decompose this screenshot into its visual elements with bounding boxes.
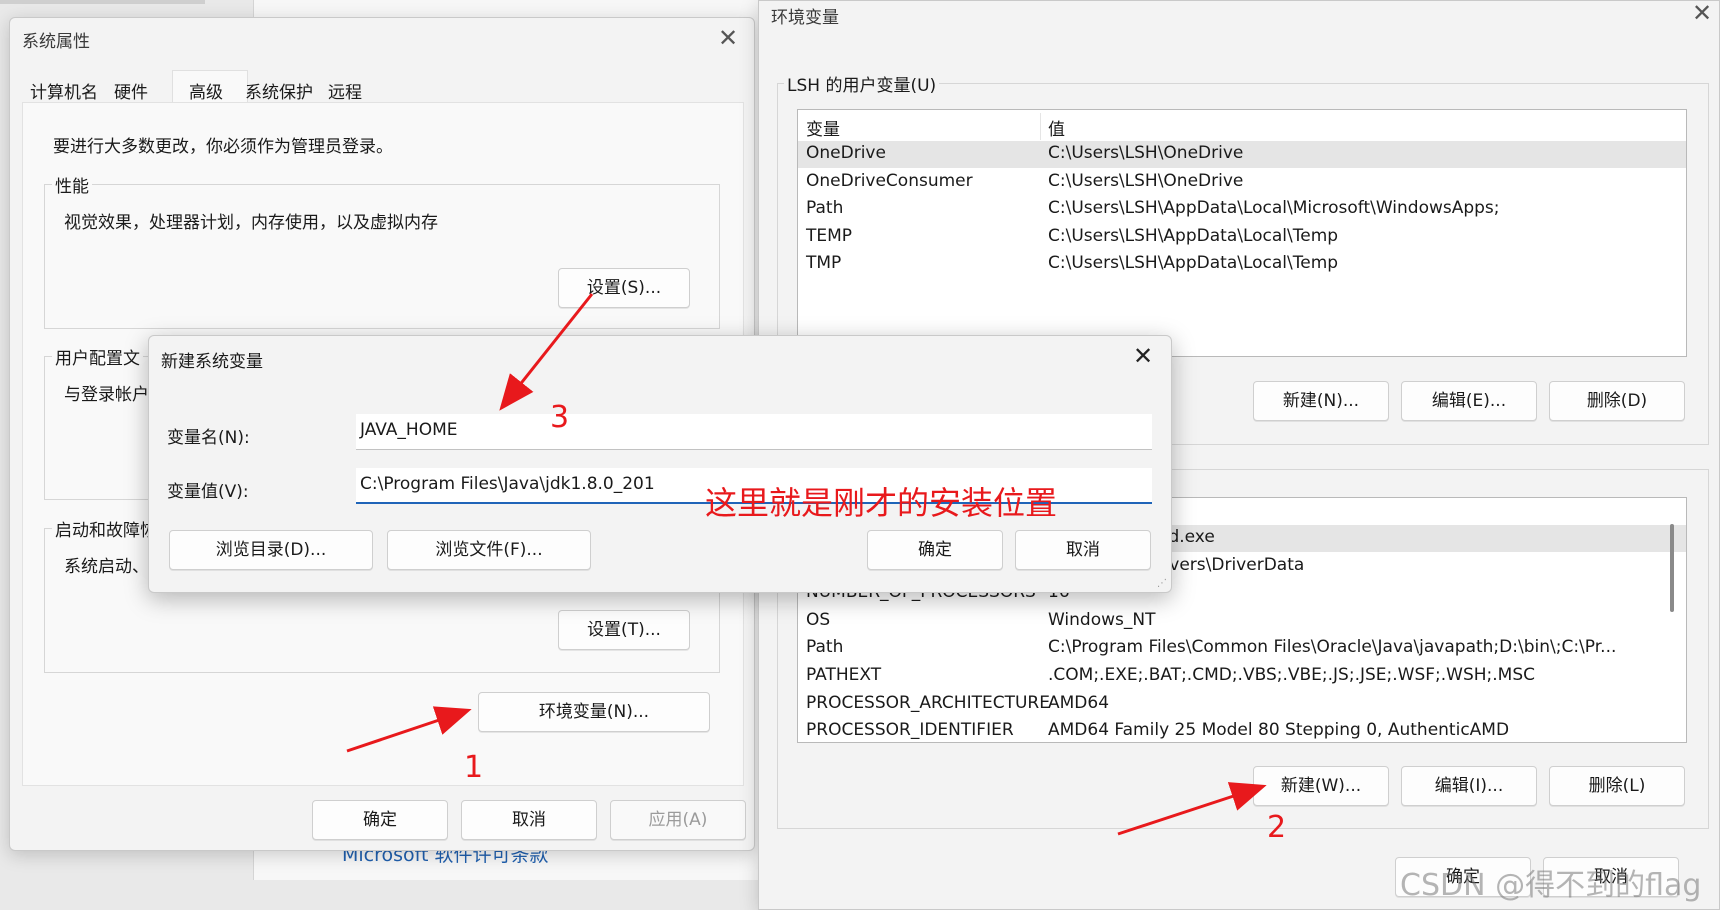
arrow-3 [499,293,594,411]
annotation-arrows [346,293,1267,836]
arrow-1 [346,706,472,753]
annotation-number-3: 3 [550,400,570,435]
annotation-number-2: 2 [1267,810,1287,845]
arrow-2 [1117,782,1267,836]
annotation-note: 这里就是刚才的安装位置 [705,484,1058,522]
watermark: CSDN @得不到的flag [1400,868,1702,903]
annotation-number-1: 1 [464,750,484,785]
